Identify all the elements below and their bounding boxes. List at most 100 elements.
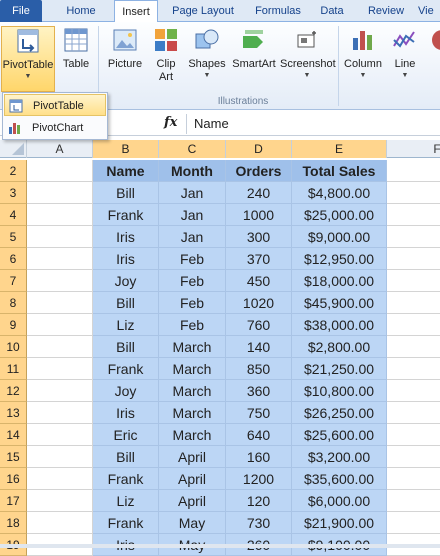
cell[interactable] xyxy=(27,160,93,182)
column-chart-button[interactable]: Column ▼ xyxy=(342,26,384,80)
clip-art-button[interactable]: Clip Art xyxy=(152,26,180,84)
cell-orders[interactable]: 360 xyxy=(226,380,292,402)
row-header[interactable]: 15 xyxy=(0,446,27,468)
cell-total-sales[interactable]: $21,900.00 xyxy=(292,512,387,534)
cell-month[interactable]: Jan xyxy=(159,226,226,248)
cell-name[interactable]: Joy xyxy=(93,270,159,292)
row-header[interactable]: 5 xyxy=(0,226,27,248)
cell-orders[interactable]: 370 xyxy=(226,248,292,270)
cell[interactable] xyxy=(27,358,93,380)
cell-orders[interactable]: 300 xyxy=(226,226,292,248)
cell-name[interactable]: Bill xyxy=(93,292,159,314)
cell[interactable] xyxy=(27,182,93,204)
tab-page-layout[interactable]: Page Layout xyxy=(164,0,242,22)
table-button[interactable]: Table xyxy=(60,26,92,71)
header-cell-orders[interactable]: Orders xyxy=(226,160,292,182)
cell[interactable] xyxy=(27,314,93,336)
cell[interactable] xyxy=(387,402,440,424)
cell-orders[interactable]: 1000 xyxy=(226,204,292,226)
row-header[interactable]: 13 xyxy=(0,402,27,424)
header-cell-name[interactable]: Name xyxy=(93,160,159,182)
tab-insert[interactable]: Insert xyxy=(114,0,158,23)
cell-name[interactable]: Frank xyxy=(93,204,159,226)
header-cell-month[interactable]: Month xyxy=(159,160,226,182)
cell[interactable] xyxy=(387,270,440,292)
cell[interactable] xyxy=(387,204,440,226)
cell[interactable] xyxy=(27,226,93,248)
cell[interactable] xyxy=(387,424,440,446)
cell-total-sales[interactable]: $45,900.00 xyxy=(292,292,387,314)
tab-data[interactable]: Data xyxy=(314,0,350,22)
cell[interactable] xyxy=(387,380,440,402)
column-header-b[interactable]: B xyxy=(93,140,159,158)
cell-name[interactable]: Bill xyxy=(93,182,159,204)
insert-function-icon[interactable]: fx xyxy=(164,115,177,130)
cell-total-sales[interactable]: $2,800.00 xyxy=(292,336,387,358)
cell[interactable] xyxy=(387,226,440,248)
cell[interactable] xyxy=(387,314,440,336)
row-header[interactable]: 8 xyxy=(0,292,27,314)
cell-name[interactable]: Eric xyxy=(93,424,159,446)
cell-total-sales[interactable]: $21,250.00 xyxy=(292,358,387,380)
cell-total-sales[interactable]: $3,200.00 xyxy=(292,446,387,468)
cell[interactable] xyxy=(27,468,93,490)
cell[interactable] xyxy=(387,336,440,358)
cell-name[interactable]: Joy xyxy=(93,380,159,402)
cell-total-sales[interactable]: $18,000.00 xyxy=(292,270,387,292)
cell-orders[interactable]: 450 xyxy=(226,270,292,292)
cell-orders[interactable]: 750 xyxy=(226,402,292,424)
column-header-f[interactable]: F xyxy=(387,140,440,158)
column-header-c[interactable]: C xyxy=(159,140,226,158)
cell-orders[interactable]: 140 xyxy=(226,336,292,358)
cell-name[interactable]: Frank xyxy=(93,468,159,490)
cell[interactable] xyxy=(387,358,440,380)
cell-month[interactable]: May xyxy=(159,512,226,534)
cell-month[interactable]: April xyxy=(159,490,226,512)
cell-total-sales[interactable]: $25,600.00 xyxy=(292,424,387,446)
cell[interactable] xyxy=(387,512,440,534)
cell[interactable] xyxy=(387,182,440,204)
cell[interactable] xyxy=(27,270,93,292)
cell-total-sales[interactable]: $4,800.00 xyxy=(292,182,387,204)
row-header[interactable]: 7 xyxy=(0,270,27,292)
row-header[interactable]: 11 xyxy=(0,358,27,380)
cell[interactable] xyxy=(27,424,93,446)
cell[interactable] xyxy=(27,336,93,358)
tab-file[interactable]: File xyxy=(0,0,42,22)
cell[interactable] xyxy=(27,512,93,534)
column-header-a[interactable]: A xyxy=(27,140,93,158)
cell-month[interactable]: Jan xyxy=(159,182,226,204)
row-header[interactable]: 14 xyxy=(0,424,27,446)
cell[interactable] xyxy=(387,446,440,468)
cell-orders[interactable]: 1020 xyxy=(226,292,292,314)
row-header[interactable]: 2 xyxy=(0,160,27,182)
tab-review[interactable]: Review xyxy=(362,0,410,22)
cell-name[interactable]: Frank xyxy=(93,358,159,380)
cell-name[interactable]: Iris xyxy=(93,226,159,248)
cell-month[interactable]: Jan xyxy=(159,204,226,226)
cell-month[interactable]: Feb xyxy=(159,270,226,292)
formula-input[interactable]: Name xyxy=(194,116,229,131)
cell-total-sales[interactable]: $26,250.00 xyxy=(292,402,387,424)
cell-name[interactable]: Liz xyxy=(93,490,159,512)
pie-chart-button[interactable] xyxy=(428,26,440,58)
cell[interactable] xyxy=(27,248,93,270)
row-header[interactable]: 3 xyxy=(0,182,27,204)
row-header[interactable]: 12 xyxy=(0,380,27,402)
cell-month[interactable]: March xyxy=(159,380,226,402)
row-header[interactable]: 9 xyxy=(0,314,27,336)
row-header[interactable]: 18 xyxy=(0,512,27,534)
column-header-d[interactable]: D xyxy=(226,140,292,158)
cell-orders[interactable]: 120 xyxy=(226,490,292,512)
cell[interactable] xyxy=(387,248,440,270)
cell[interactable] xyxy=(27,292,93,314)
cell-month[interactable]: Feb xyxy=(159,292,226,314)
cell-month[interactable]: March xyxy=(159,402,226,424)
cell-total-sales[interactable]: $35,600.00 xyxy=(292,468,387,490)
cell-total-sales[interactable]: $12,950.00 xyxy=(292,248,387,270)
cell-name[interactable]: Bill xyxy=(93,336,159,358)
cell-month[interactable]: Feb xyxy=(159,248,226,270)
cell[interactable] xyxy=(387,160,440,182)
tab-view[interactable]: Vie xyxy=(418,0,440,22)
cell[interactable] xyxy=(27,380,93,402)
